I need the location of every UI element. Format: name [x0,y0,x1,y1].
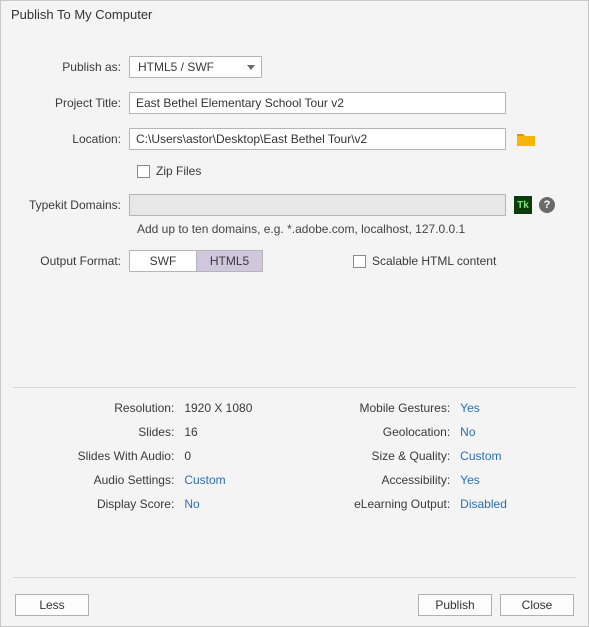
window-title: Publish To My Computer [1,1,588,26]
size-quality-link[interactable]: Custom [460,449,560,463]
geolocation-link[interactable]: No [460,425,560,439]
close-button[interactable]: Close [500,594,574,616]
slides-value: 16 [184,425,301,439]
audio-settings-label: Audio Settings: [29,473,174,487]
location-label: Location: [21,132,129,146]
display-score-label: Display Score: [29,497,174,511]
scalable-checkbox[interactable] [353,255,366,268]
chevron-down-icon [247,65,255,70]
resolution-label: Resolution: [29,401,174,415]
divider [13,387,576,388]
elearning-label: eLearning Output: [301,497,450,511]
size-quality-label: Size & Quality: [301,449,450,463]
help-icon[interactable]: ? [539,197,555,213]
audio-settings-link[interactable]: Custom [184,473,301,487]
accessibility-link[interactable]: Yes [460,473,560,487]
resolution-value: 1920 X 1080 [184,401,301,415]
typekit-icon[interactable]: Tk [514,196,532,214]
typekit-domains-label: Typekit Domains: [21,198,129,212]
mobile-gestures-link[interactable]: Yes [460,401,560,415]
slides-audio-label: Slides With Audio: [29,449,174,463]
elearning-link[interactable]: Disabled [460,497,560,511]
folder-icon[interactable] [516,131,536,147]
output-format-toggle: SWF HTML5 [129,250,263,272]
project-title-label: Project Title: [21,96,129,110]
publish-form: Publish as: HTML5 / SWF Project Title: L… [1,26,588,272]
zip-files-label: Zip Files [156,164,201,178]
slides-label: Slides: [29,425,174,439]
display-score-link[interactable]: No [184,497,301,511]
summary-panel: Resolution: 1920 X 1080 Slides: 16 Slide… [1,401,588,511]
divider [13,577,576,578]
typekit-domains-input [129,194,506,216]
geolocation-label: Geolocation: [301,425,450,439]
scalable-label: Scalable HTML content [372,254,496,268]
output-format-label: Output Format: [21,254,129,268]
dialog-footer: Less Publish Close [1,584,588,626]
slides-audio-value: 0 [184,449,301,463]
location-input[interactable] [129,128,506,150]
less-button[interactable]: Less [15,594,89,616]
mobile-gestures-label: Mobile Gestures: [301,401,450,415]
publish-button[interactable]: Publish [418,594,492,616]
zip-files-checkbox[interactable] [137,165,150,178]
publish-as-label: Publish as: [21,60,129,74]
typekit-hint: Add up to ten domains, e.g. *.adobe.com,… [137,222,568,236]
project-title-input[interactable] [129,92,506,114]
publish-as-select[interactable]: HTML5 / SWF [129,56,262,78]
output-format-html5[interactable]: HTML5 [196,251,262,271]
output-format-swf[interactable]: SWF [130,251,196,271]
accessibility-label: Accessibility: [301,473,450,487]
publish-as-value: HTML5 / SWF [138,60,214,74]
